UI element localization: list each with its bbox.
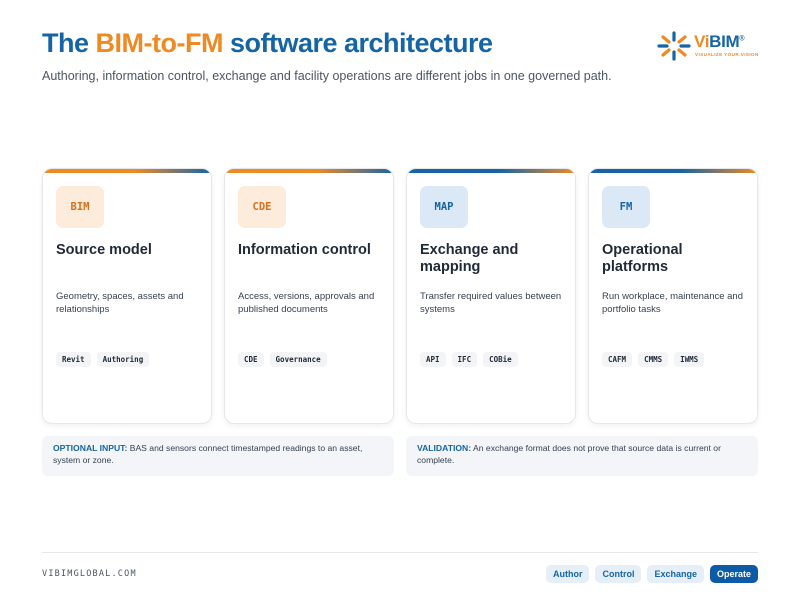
nav-pill-control[interactable]: Control [595, 565, 642, 583]
tag: Revit [56, 352, 91, 367]
vibim-mark-icon [657, 31, 691, 61]
logo-bim: BIM [709, 32, 740, 51]
architecture-cards: BIM Source model Geometry, spaces, asset… [42, 168, 758, 424]
footer-website: VIBIMGLOBAL.COM [42, 569, 137, 579]
card-badge: BIM [56, 186, 104, 228]
tag: CDE [238, 352, 264, 367]
card-accent-bar [407, 169, 575, 173]
notes-row: OPTIONAL INPUT: BAS and sensors connect … [42, 436, 758, 476]
nav-pill-author[interactable]: Author [545, 565, 590, 583]
card-tags: CAFM CMMS IWMS [602, 352, 705, 367]
page-subtitle: Authoring, information control, exchange… [42, 69, 612, 83]
card-tags: Revit Authoring [56, 352, 150, 367]
card-badge: CDE [238, 186, 286, 228]
card-operational-platforms: FM Operational platforms Run workplace, … [588, 168, 758, 424]
card-title: Operational platforms [602, 242, 683, 275]
card-description: Geometry, spaces, assets and relationshi… [56, 291, 184, 315]
optional-input-note: OPTIONAL INPUT: BAS and sensors connect … [42, 436, 394, 476]
footer-nav: Author Control Exchange Operate [545, 565, 758, 583]
card-title: Source model [56, 242, 152, 258]
card-badge: MAP [420, 186, 468, 228]
logo-registered: ® [739, 35, 745, 43]
card-description: Access, versions, approvals and publishe… [238, 291, 375, 315]
card-information-control: CDE Information control Access, versions… [224, 168, 394, 424]
title-suffix: software architecture [222, 28, 493, 58]
title-accent: BIM-to-FM [95, 28, 224, 58]
nav-pill-exchange[interactable]: Exchange [647, 565, 704, 583]
card-title: Information control [238, 242, 371, 258]
card-tags: API IFC COBie [420, 352, 518, 367]
logo-wordmark: ViBIM® [694, 32, 745, 52]
card-accent-bar [225, 169, 393, 173]
tag: CMMS [638, 352, 669, 367]
title-prefix: The [42, 28, 96, 58]
card-title: Exchange and mapping [420, 242, 519, 275]
logo-tagline: VISUALIZE YOUR VISION [695, 52, 759, 57]
tag: Authoring [96, 352, 150, 367]
card-accent-bar [589, 169, 757, 173]
card-description: Transfer required values between systems [420, 291, 562, 315]
vibim-logo: ViBIM® VISUALIZE YOUR VISION [657, 30, 759, 62]
card-badge: FM [602, 186, 650, 228]
logo-vi: Vi [694, 32, 710, 51]
note-label: VALIDATION: [417, 443, 472, 453]
tag: IWMS [674, 352, 705, 367]
tag: CAFM [602, 352, 633, 367]
tag: COBie [483, 352, 518, 367]
validation-note: VALIDATION: An exchange format does not … [406, 436, 758, 476]
footer-divider [42, 552, 758, 553]
card-tags: CDE Governance [238, 352, 327, 367]
card-description: Run workplace, maintenance and portfolio… [602, 291, 744, 315]
note-label: OPTIONAL INPUT: [53, 443, 128, 453]
card-source-model: BIM Source model Geometry, spaces, asset… [42, 168, 212, 424]
tag: API [420, 352, 446, 367]
card-exchange-mapping: MAP Exchange and mapping Transfer requir… [406, 168, 576, 424]
nav-pill-operate[interactable]: Operate [709, 565, 758, 583]
tag: Governance [269, 352, 327, 367]
tag: IFC [451, 352, 478, 367]
card-accent-bar [43, 169, 211, 173]
page-title: The BIM-to-FM software architecture [42, 28, 493, 59]
